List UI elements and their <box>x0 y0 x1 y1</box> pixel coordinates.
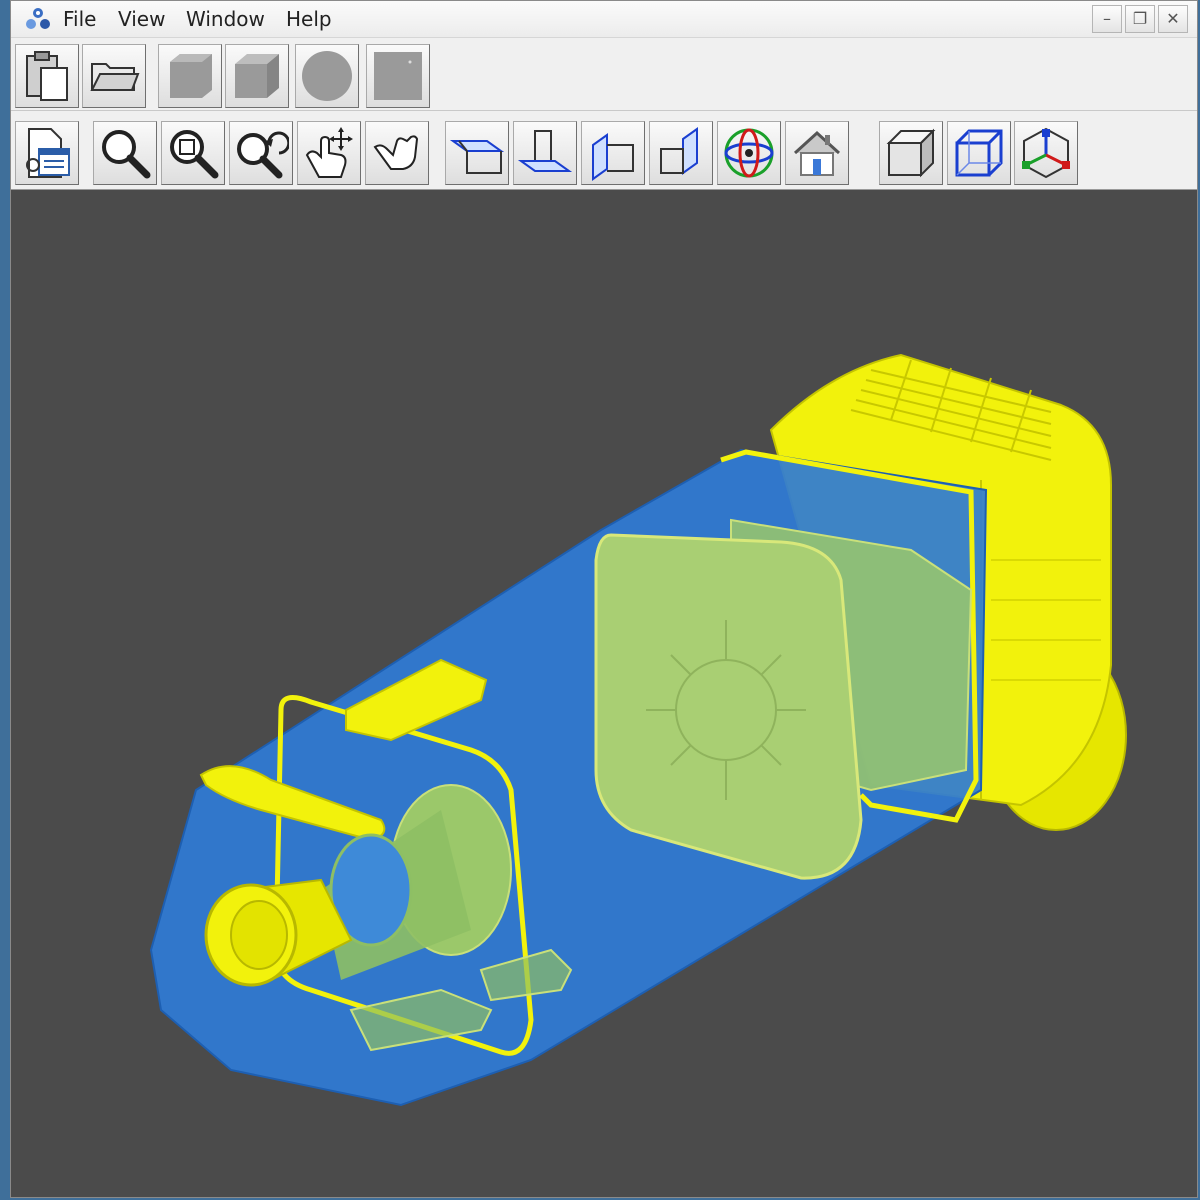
app-window: File View Window Help – ❐ ✕ <box>10 0 1198 1198</box>
grab-icon <box>373 135 419 170</box>
plane-button <box>366 44 430 108</box>
view-back-icon <box>660 127 698 175</box>
orbit-button[interactable] <box>717 121 781 185</box>
zoom-fit-button[interactable] <box>161 121 225 185</box>
zoom-previous-button[interactable] <box>229 121 293 185</box>
shaded-icon <box>886 128 936 178</box>
pan-icon <box>305 127 353 178</box>
menu-file[interactable]: File <box>63 7 96 31</box>
sphere-button <box>295 44 359 108</box>
zoom-previous-icon <box>237 131 289 179</box>
zoom-button[interactable] <box>93 121 157 185</box>
wireframe-button[interactable] <box>947 121 1011 185</box>
sphere-disabled-icon <box>302 51 352 101</box>
view-side-icon <box>592 133 634 181</box>
view-toolbar <box>11 113 1197 190</box>
axes-button[interactable] <box>1014 121 1078 185</box>
pan-button[interactable] <box>297 121 361 185</box>
menu-view[interactable]: View <box>118 7 165 31</box>
zoom-icon <box>102 130 151 179</box>
shaded-button[interactable] <box>879 121 943 185</box>
home-icon <box>793 130 841 176</box>
view-front-button[interactable] <box>513 121 577 185</box>
plane-disabled-icon <box>374 52 422 100</box>
box-button <box>158 44 222 108</box>
restore-button[interactable]: ❐ <box>1125 5 1155 33</box>
cube-disabled-icon <box>235 54 279 98</box>
grab-button[interactable] <box>365 121 429 185</box>
properties-icon <box>26 128 70 178</box>
open-folder-icon <box>90 63 140 91</box>
view-back-button[interactable] <box>649 121 713 185</box>
clipboard-icon <box>26 51 68 101</box>
paste-button[interactable] <box>15 44 79 108</box>
home-button[interactable] <box>785 121 849 185</box>
open-button[interactable] <box>82 44 146 108</box>
close-button[interactable]: ✕ <box>1158 5 1188 33</box>
view-top-button[interactable] <box>445 121 509 185</box>
vacuum-model <box>149 353 1127 1107</box>
minimize-button[interactable]: – <box>1092 5 1122 33</box>
wireframe-icon <box>955 129 1003 177</box>
view-side-button[interactable] <box>581 121 645 185</box>
menu-help[interactable]: Help <box>286 7 332 31</box>
menu-window[interactable]: Window <box>186 7 265 31</box>
view-top-icon <box>449 140 505 174</box>
file-toolbar <box>11 38 1197 111</box>
box-disabled-icon <box>170 54 212 98</box>
menu-bar: File View Window Help – ❐ ✕ <box>11 1 1197 38</box>
properties-button[interactable] <box>15 121 79 185</box>
view-front-icon <box>517 130 573 172</box>
orbit-icon <box>724 128 774 178</box>
app-logo-icon <box>26 8 50 29</box>
axes-icon <box>1022 127 1070 179</box>
zoom-fit-icon <box>170 130 219 179</box>
3d-viewport[interactable] <box>11 190 1197 1197</box>
cube-button <box>225 44 289 108</box>
